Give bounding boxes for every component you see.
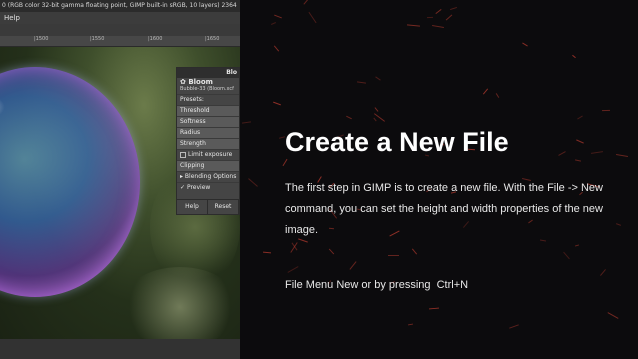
streak — [576, 139, 584, 144]
streak — [482, 88, 489, 95]
slide-panel: Create a New File The first step in GIMP… — [240, 0, 638, 359]
bloom-dialog: Blo ✿ Bloom Bubble-33 (Bloom.xcf Presets… — [176, 67, 240, 215]
streak — [601, 109, 611, 112]
threshold-slider[interactable]: Threshold — [177, 105, 239, 116]
streak — [563, 251, 570, 260]
slide-title: Create a New File — [285, 127, 509, 157]
ruler-tick: |1550 — [90, 36, 105, 42]
gimp-screenshot: 0 (RGB color 32-bit gamma floating point… — [0, 0, 240, 359]
streak — [282, 158, 288, 167]
limit-exposure-checkbox[interactable]: Limit exposure — [177, 149, 239, 160]
streak — [273, 45, 280, 52]
streak — [428, 307, 440, 310]
check-icon: ✓ — [180, 184, 187, 191]
presets-label[interactable]: Presets: — [177, 94, 239, 105]
background-foliage — [120, 267, 240, 339]
streak — [303, 0, 311, 5]
streak — [274, 14, 282, 19]
status-bar — [0, 339, 240, 359]
dialog-title[interactable]: Blo — [177, 68, 239, 78]
streak — [349, 261, 357, 270]
streak — [356, 81, 367, 84]
gimp-title-bar: 0 (RGB color 32-bit gamma floating point… — [0, 0, 240, 12]
streak — [590, 151, 604, 154]
streak — [572, 54, 576, 59]
streak — [241, 121, 252, 124]
streak — [407, 323, 414, 326]
gimp-menu-bar: Help — [0, 12, 240, 24]
radius-slider[interactable]: Radius — [177, 127, 239, 138]
slide-body-text: The first step in GIMP is to create a ne… — [285, 182, 603, 236]
streak — [574, 244, 580, 247]
streak — [262, 251, 272, 254]
streak — [373, 117, 377, 122]
streak — [445, 14, 453, 21]
streak — [616, 153, 628, 158]
streak — [308, 11, 317, 24]
streak — [558, 151, 566, 156]
softness-slider[interactable]: Softness — [177, 116, 239, 127]
streak — [522, 42, 528, 47]
streak — [346, 115, 352, 120]
streak — [615, 223, 622, 226]
filter-name-label: Bloom — [188, 78, 213, 86]
checkbox-icon — [180, 151, 186, 158]
slide-footer-text: File Menu New or by pressing Ctrl+N — [285, 279, 469, 291]
streak — [450, 6, 457, 11]
streak — [577, 115, 583, 120]
streak — [574, 159, 582, 162]
reset-button[interactable]: Reset — [208, 200, 239, 214]
streak — [248, 178, 258, 187]
streak — [607, 312, 619, 319]
streak — [375, 76, 381, 81]
menu-help[interactable]: Help — [4, 14, 20, 22]
blending-options-label: Blending Options — [184, 173, 237, 180]
help-button[interactable]: Help — [177, 200, 208, 214]
streak — [432, 24, 444, 29]
streak — [273, 101, 281, 106]
streak — [374, 107, 379, 112]
streak — [406, 24, 421, 27]
streak — [411, 248, 418, 255]
filter-name: ✿ Bloom — [180, 79, 236, 86]
ruler-tick: |1600 — [148, 36, 163, 42]
strength-slider[interactable]: Strength — [177, 138, 239, 149]
ruler-tick: |1500 — [34, 36, 49, 42]
limit-exposure-label: Limit exposure — [188, 151, 233, 158]
streak — [435, 8, 442, 15]
blending-options-expander[interactable]: ▸ Blending Options — [177, 171, 239, 182]
streak — [426, 16, 434, 19]
layer-name: Bubble-33 (Bloom.xcf — [180, 86, 234, 92]
streak — [271, 22, 276, 25]
horizontal-ruler: |1500 |1550 |1600 |1650 — [0, 36, 240, 47]
streak — [287, 266, 299, 273]
soap-bubble-image — [0, 67, 140, 297]
preview-label: Preview — [186, 184, 211, 191]
streak — [600, 269, 606, 276]
ruler-tick: |1650 — [205, 36, 220, 42]
dialog-buttons: Help Reset — [177, 199, 239, 214]
streak — [509, 324, 519, 329]
preview-checkbox[interactable]: ✓ Preview — [177, 182, 239, 193]
streak — [328, 248, 335, 255]
streak — [388, 255, 399, 256]
bubble-highlight — [0, 92, 5, 122]
streak — [495, 93, 500, 98]
dialog-header: ✿ Bloom Bubble-33 (Bloom.xcf — [177, 78, 239, 94]
clipping-dropdown[interactable]: Clipping — [177, 160, 239, 171]
